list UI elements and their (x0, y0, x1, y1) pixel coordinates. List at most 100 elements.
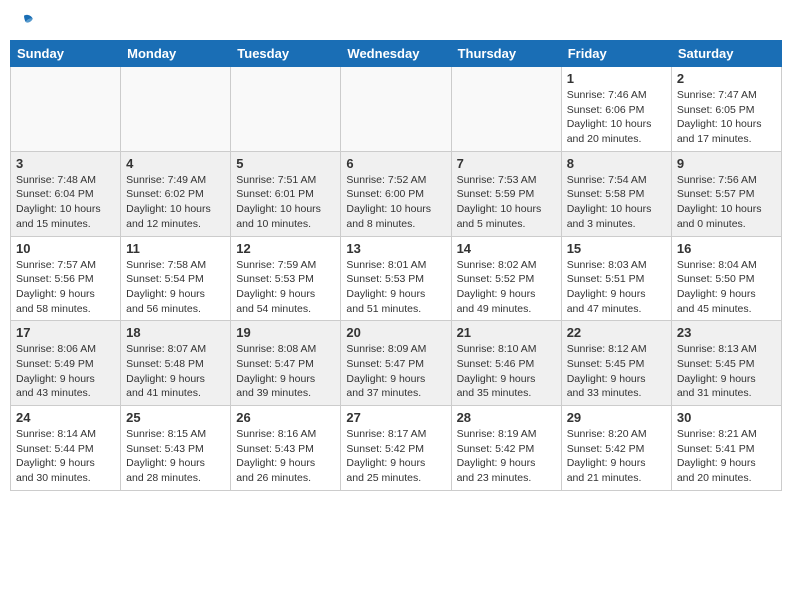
day-info: Sunrise: 7:58 AMSunset: 5:54 PMDaylight:… (126, 258, 225, 317)
calendar-cell (121, 67, 231, 152)
day-info: Sunrise: 7:56 AMSunset: 5:57 PMDaylight:… (677, 173, 776, 232)
day-info: Sunrise: 7:46 AMSunset: 6:06 PMDaylight:… (567, 88, 666, 147)
day-number: 10 (16, 241, 115, 256)
day-number: 23 (677, 325, 776, 340)
day-info: Sunrise: 8:04 AMSunset: 5:50 PMDaylight:… (677, 258, 776, 317)
day-number: 5 (236, 156, 335, 171)
calendar-cell: 28 Sunrise: 8:19 AMSunset: 5:42 PMDayligh… (451, 406, 561, 491)
day-number: 14 (457, 241, 556, 256)
day-number: 30 (677, 410, 776, 425)
day-number: 16 (677, 241, 776, 256)
calendar-cell: 12 Sunrise: 7:59 AMSunset: 5:53 PMDayligh… (231, 236, 341, 321)
calendar-cell: 24 Sunrise: 8:14 AMSunset: 5:44 PMDayligh… (11, 406, 121, 491)
day-number: 25 (126, 410, 225, 425)
weekday-header-friday: Friday (561, 41, 671, 67)
day-info: Sunrise: 7:51 AMSunset: 6:01 PMDaylight:… (236, 173, 335, 232)
day-info: Sunrise: 8:21 AMSunset: 5:41 PMDaylight:… (677, 427, 776, 486)
calendar-cell: 9 Sunrise: 7:56 AMSunset: 5:57 PMDaylight… (671, 151, 781, 236)
day-info: Sunrise: 8:14 AMSunset: 5:44 PMDaylight:… (16, 427, 115, 486)
day-info: Sunrise: 8:20 AMSunset: 5:42 PMDaylight:… (567, 427, 666, 486)
day-info: Sunrise: 7:48 AMSunset: 6:04 PMDaylight:… (16, 173, 115, 232)
day-info: Sunrise: 8:12 AMSunset: 5:45 PMDaylight:… (567, 342, 666, 401)
day-info: Sunrise: 8:01 AMSunset: 5:53 PMDaylight:… (346, 258, 445, 317)
calendar-cell: 15 Sunrise: 8:03 AMSunset: 5:51 PMDayligh… (561, 236, 671, 321)
calendar-cell: 27 Sunrise: 8:17 AMSunset: 5:42 PMDayligh… (341, 406, 451, 491)
calendar-cell: 18 Sunrise: 8:07 AMSunset: 5:48 PMDayligh… (121, 321, 231, 406)
calendar-cell: 11 Sunrise: 7:58 AMSunset: 5:54 PMDayligh… (121, 236, 231, 321)
day-number: 11 (126, 241, 225, 256)
day-info: Sunrise: 7:49 AMSunset: 6:02 PMDaylight:… (126, 173, 225, 232)
calendar-week-5: 24 Sunrise: 8:14 AMSunset: 5:44 PMDayligh… (11, 406, 782, 491)
calendar-cell: 8 Sunrise: 7:54 AMSunset: 5:58 PMDaylight… (561, 151, 671, 236)
day-number: 12 (236, 241, 335, 256)
day-info: Sunrise: 8:06 AMSunset: 5:49 PMDaylight:… (16, 342, 115, 401)
day-number: 8 (567, 156, 666, 171)
day-info: Sunrise: 8:13 AMSunset: 5:45 PMDaylight:… (677, 342, 776, 401)
weekday-header-monday: Monday (121, 41, 231, 67)
calendar-cell: 19 Sunrise: 8:08 AMSunset: 5:47 PMDayligh… (231, 321, 341, 406)
calendar-cell: 21 Sunrise: 8:10 AMSunset: 5:46 PMDayligh… (451, 321, 561, 406)
calendar-cell: 13 Sunrise: 8:01 AMSunset: 5:53 PMDayligh… (341, 236, 451, 321)
logo-bird-icon (12, 10, 36, 34)
calendar-cell: 1 Sunrise: 7:46 AMSunset: 6:06 PMDaylight… (561, 67, 671, 152)
calendar-cell: 20 Sunrise: 8:09 AMSunset: 5:47 PMDayligh… (341, 321, 451, 406)
calendar-cell: 5 Sunrise: 7:51 AMSunset: 6:01 PMDaylight… (231, 151, 341, 236)
day-info: Sunrise: 8:17 AMSunset: 5:42 PMDaylight:… (346, 427, 445, 486)
day-number: 15 (567, 241, 666, 256)
calendar-cell: 10 Sunrise: 7:57 AMSunset: 5:56 PMDayligh… (11, 236, 121, 321)
calendar-cell: 29 Sunrise: 8:20 AMSunset: 5:42 PMDayligh… (561, 406, 671, 491)
day-info: Sunrise: 8:15 AMSunset: 5:43 PMDaylight:… (126, 427, 225, 486)
weekday-header-wednesday: Wednesday (341, 41, 451, 67)
day-number: 6 (346, 156, 445, 171)
calendar-cell: 30 Sunrise: 8:21 AMSunset: 5:41 PMDayligh… (671, 406, 781, 491)
calendar-week-3: 10 Sunrise: 7:57 AMSunset: 5:56 PMDayligh… (11, 236, 782, 321)
day-info: Sunrise: 8:10 AMSunset: 5:46 PMDaylight:… (457, 342, 556, 401)
day-number: 17 (16, 325, 115, 340)
calendar-week-2: 3 Sunrise: 7:48 AMSunset: 6:04 PMDaylight… (11, 151, 782, 236)
day-info: Sunrise: 8:09 AMSunset: 5:47 PMDaylight:… (346, 342, 445, 401)
day-info: Sunrise: 7:57 AMSunset: 5:56 PMDaylight:… (16, 258, 115, 317)
day-info: Sunrise: 8:08 AMSunset: 5:47 PMDaylight:… (236, 342, 335, 401)
calendar-cell: 2Sunrise: 7:47 AMSunset: 6:05 PMDaylight… (671, 67, 781, 152)
day-info: Sunrise: 8:16 AMSunset: 5:43 PMDaylight:… (236, 427, 335, 486)
day-number: 13 (346, 241, 445, 256)
calendar-cell (341, 67, 451, 152)
day-number: 2 (677, 71, 776, 86)
calendar-cell: 4 Sunrise: 7:49 AMSunset: 6:02 PMDaylight… (121, 151, 231, 236)
day-info: Sunrise: 8:07 AMSunset: 5:48 PMDaylight:… (126, 342, 225, 401)
day-info: Sunrise: 7:52 AMSunset: 6:00 PMDaylight:… (346, 173, 445, 232)
day-info: Sunrise: 7:54 AMSunset: 5:58 PMDaylight:… (567, 173, 666, 232)
day-number: 28 (457, 410, 556, 425)
day-number: 29 (567, 410, 666, 425)
weekday-header-thursday: Thursday (451, 41, 561, 67)
page-header (10, 10, 782, 34)
calendar-cell: 7Sunrise: 7:53 AMSunset: 5:59 PMDaylight… (451, 151, 561, 236)
calendar-cell (231, 67, 341, 152)
day-number: 19 (236, 325, 335, 340)
calendar-cell: 16 Sunrise: 8:04 AMSunset: 5:50 PMDayligh… (671, 236, 781, 321)
calendar-cell: 17 Sunrise: 8:06 AMSunset: 5:49 PMDayligh… (11, 321, 121, 406)
day-number: 18 (126, 325, 225, 340)
calendar-cell (11, 67, 121, 152)
day-number: 1 (567, 71, 666, 86)
calendar-cell: 6 Sunrise: 7:52 AMSunset: 6:00 PMDaylight… (341, 151, 451, 236)
weekday-header-sunday: Sunday (11, 41, 121, 67)
day-number: 21 (457, 325, 556, 340)
day-number: 26 (236, 410, 335, 425)
weekday-header-row: SundayMondayTuesdayWednesdayThursdayFrid… (11, 41, 782, 67)
day-number: 9 (677, 156, 776, 171)
day-number: 7 (457, 156, 556, 171)
day-number: 3 (16, 156, 115, 171)
day-number: 24 (16, 410, 115, 425)
day-info: Sunrise: 8:19 AMSunset: 5:42 PMDaylight:… (457, 427, 556, 486)
calendar-cell: 23 Sunrise: 8:13 AMSunset: 5:45 PMDayligh… (671, 321, 781, 406)
day-number: 20 (346, 325, 445, 340)
day-info: Sunrise: 7:59 AMSunset: 5:53 PMDaylight:… (236, 258, 335, 317)
calendar-cell: 26 Sunrise: 8:16 AMSunset: 5:43 PMDayligh… (231, 406, 341, 491)
calendar-cell: 25 Sunrise: 8:15 AMSunset: 5:43 PMDayligh… (121, 406, 231, 491)
calendar-week-1: 1 Sunrise: 7:46 AMSunset: 6:06 PMDaylight… (11, 67, 782, 152)
day-info: Sunrise: 8:03 AMSunset: 5:51 PMDaylight:… (567, 258, 666, 317)
calendar-cell: 14Sunrise: 8:02 AMSunset: 5:52 PMDayligh… (451, 236, 561, 321)
day-number: 4 (126, 156, 225, 171)
day-number: 27 (346, 410, 445, 425)
